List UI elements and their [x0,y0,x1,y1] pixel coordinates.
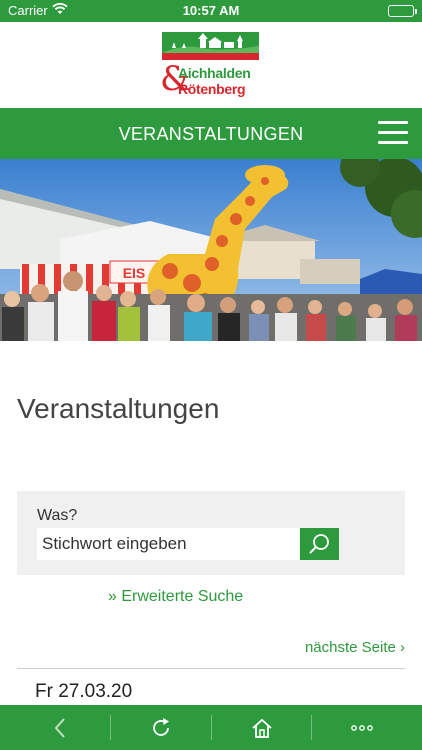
event-date[interactable]: Fr 27.03.20 [35,681,132,703]
more-icon [351,724,373,731]
stand-sign: EIS [123,265,146,281]
clock: 10:57 AM [182,3,240,18]
search-button[interactable] [300,528,339,560]
status-bar: Carrier 10:57 AM [0,0,422,22]
home-button[interactable] [212,705,312,750]
search-icon [309,534,329,554]
logo-banner [162,32,259,60]
page-title: Veranstaltungen [17,393,220,424]
divider [17,668,405,669]
search-label: Was? [37,507,78,524]
battery-icon [388,5,417,17]
next-page-link[interactable]: nächste Seite › [305,639,405,656]
search-panel: Was? [17,491,405,575]
reload-icon [153,717,169,736]
logo-line1: Aichhalden [178,65,251,81]
home-icon [252,718,272,738]
nav-title: VERANSTALTUNGEN [118,124,304,144]
site-logo[interactable]: & Aichhalden Rötenberg [160,32,262,100]
search-input[interactable] [37,528,299,560]
logo-line2: Rötenberg [178,81,246,97]
chevron-left-icon [54,717,65,738]
hero-image: EIS [0,159,422,341]
header-logo-area: & Aichhalden Rötenberg [0,22,422,108]
menu-button[interactable] [378,121,408,145]
reload-button[interactable] [111,705,211,750]
bottom-toolbar [0,705,422,750]
advanced-search-link[interactable]: » Erweiterte Suche [108,588,243,606]
more-button[interactable] [312,705,412,750]
back-button[interactable] [10,705,110,750]
nav-bar: VERANSTALTUNGEN [0,108,422,159]
hamburger-icon [378,121,408,124]
